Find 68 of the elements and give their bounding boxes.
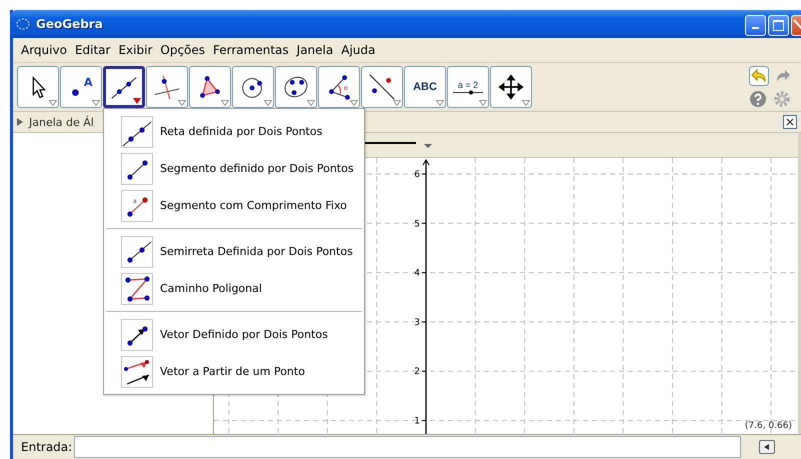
tool-button[interactable] bbox=[275, 66, 317, 108]
vector-icon bbox=[121, 318, 153, 350]
caret-icon bbox=[92, 100, 100, 106]
caret-icon bbox=[393, 100, 401, 106]
undo-icon[interactable] bbox=[749, 66, 769, 86]
vector-icon bbox=[121, 356, 153, 388]
axis-tick-label: 5 bbox=[414, 219, 420, 230]
tool-button[interactable] bbox=[361, 66, 403, 108]
input-field[interactable] bbox=[74, 436, 742, 458]
caret-icon bbox=[350, 100, 358, 106]
caret-icon bbox=[49, 100, 57, 106]
maximize-icon bbox=[773, 20, 784, 30]
menu-option[interactable]: Vetor Definido por Dois Pontos bbox=[104, 316, 364, 353]
toggle-button[interactable] bbox=[759, 440, 776, 454]
axis-tick-label: 4 bbox=[414, 268, 420, 279]
window-title: GeoGebra bbox=[36, 17, 103, 31]
close-button[interactable] bbox=[783, 115, 797, 129]
text-tool-label: ABC bbox=[413, 81, 437, 93]
menu-item[interactable]: Ajuda bbox=[337, 43, 380, 57]
caret-icon bbox=[264, 100, 272, 106]
menu-item[interactable]: Exibir bbox=[114, 43, 156, 57]
slider-tool-label: a = 2 bbox=[458, 80, 478, 90]
axis-tick-label: 2 bbox=[414, 367, 420, 378]
menu-item[interactable]: Arquivo bbox=[17, 43, 71, 57]
maximize-button[interactable] bbox=[768, 14, 789, 36]
input-label: Entrada: bbox=[21, 440, 72, 454]
tool-button[interactable]: ABC bbox=[404, 66, 446, 108]
segment-icon bbox=[121, 152, 153, 184]
move-arrows-icon bbox=[496, 72, 526, 102]
menu-item[interactable]: Janela bbox=[292, 43, 338, 57]
caret-icon bbox=[307, 100, 315, 106]
caret-icon bbox=[221, 100, 229, 106]
caret-icon bbox=[479, 100, 487, 106]
polyline-icon bbox=[121, 272, 153, 304]
ray-icon bbox=[121, 236, 153, 268]
menu-item[interactable]: Opções bbox=[156, 43, 210, 57]
slider-icon bbox=[453, 90, 483, 94]
caret-icon bbox=[178, 100, 186, 106]
tool-button[interactable] bbox=[490, 66, 532, 108]
help-icon[interactable] bbox=[749, 90, 767, 108]
axis-tick-label: 1 bbox=[414, 416, 420, 426]
menu-option[interactable]: Semirreta Definida por Dois Pontos bbox=[104, 233, 364, 270]
tool-button[interactable]: A bbox=[60, 66, 102, 108]
menu-option[interactable]: Reta definida por Dois Pontos bbox=[104, 113, 364, 150]
dropdown-arrow-icon bbox=[133, 98, 141, 104]
close-icon bbox=[792, 19, 800, 31]
minimize-button[interactable] bbox=[745, 14, 766, 36]
caret-icon bbox=[436, 100, 444, 106]
menu-option[interactable]: Segmento definido por Dois Pontos bbox=[104, 150, 364, 187]
axis-tick-label: 6 bbox=[414, 170, 420, 180]
coordinate-readout: (7.6, 0.66) bbox=[744, 421, 792, 431]
menu-option[interactable]: Vetor a Partir de um Ponto bbox=[104, 353, 364, 390]
app-logo-icon bbox=[16, 17, 30, 31]
tool-button[interactable] bbox=[232, 66, 274, 108]
axis-tick-label: 3 bbox=[414, 318, 420, 328]
line-point-icon bbox=[367, 72, 397, 102]
expand-arrow-icon[interactable] bbox=[17, 118, 23, 126]
tool-button[interactable] bbox=[103, 66, 145, 108]
tool-button[interactable] bbox=[17, 66, 59, 108]
menu-item[interactable]: Ferramentas bbox=[209, 43, 293, 57]
menu-item[interactable]: Editar bbox=[70, 43, 114, 57]
tool-button[interactable]: a = 2 bbox=[447, 66, 489, 108]
caret-icon bbox=[522, 100, 530, 106]
left-arrow-icon bbox=[764, 444, 770, 450]
tool-button[interactable] bbox=[189, 66, 231, 108]
close-icon bbox=[786, 118, 794, 126]
panel-title: Janela de Ál bbox=[29, 116, 94, 128]
menu-option[interactable]: Caminho Poligonal bbox=[104, 270, 364, 307]
